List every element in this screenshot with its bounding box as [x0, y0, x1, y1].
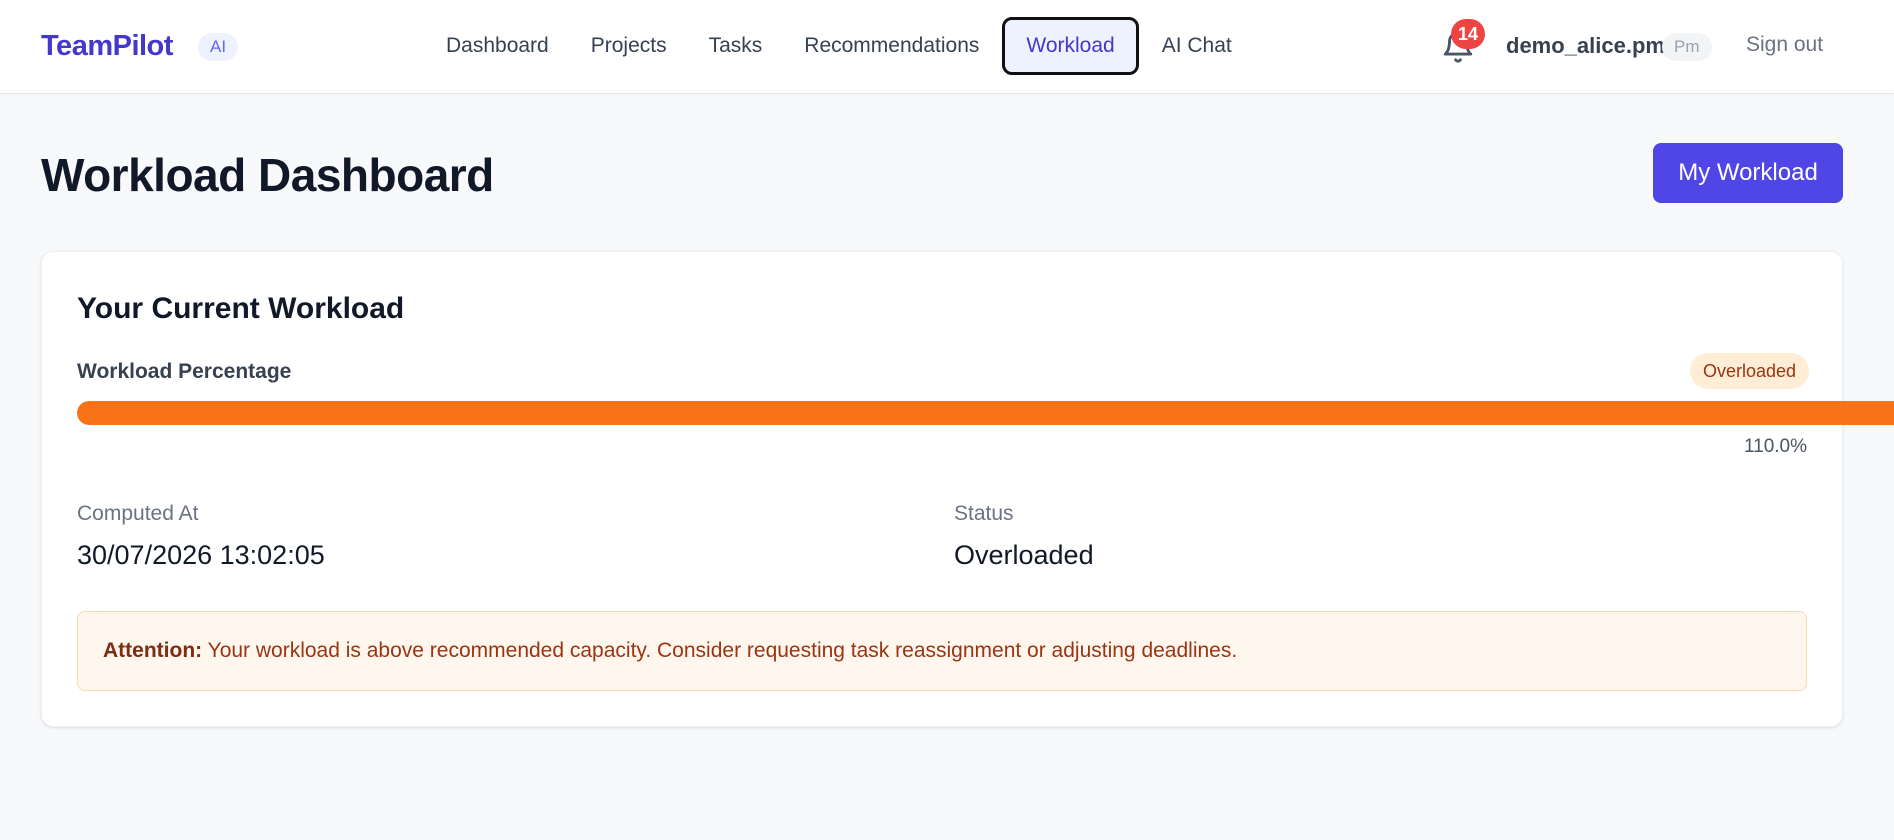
top-navigation-bar: TeamPilot AI Dashboard Projects Tasks Re… [0, 0, 1894, 94]
sign-out-link[interactable]: Sign out [1746, 33, 1823, 57]
nav-item-projects[interactable]: Projects [570, 17, 688, 75]
alert-message: Your workload is above recommended capac… [207, 639, 1238, 662]
alert-title: Attention: [103, 639, 203, 662]
status-value: Overloaded [954, 540, 1094, 570]
workload-percentage-label: Workload Percentage [77, 360, 292, 383]
capacity-alert: Attention: Your workload is above recomm… [77, 611, 1807, 691]
status-label: Status [954, 502, 1014, 525]
workload-progress-fill [77, 401, 1894, 425]
brand-ai-badge: AI [198, 33, 239, 61]
workload-state-badge: Overloaded [1690, 353, 1810, 389]
workload-progress-bar [77, 401, 1894, 425]
nav-item-tasks[interactable]: Tasks [688, 17, 784, 75]
computed-at-label: Computed At [77, 502, 199, 525]
notification-count-badge: 14 [1451, 19, 1485, 49]
my-workload-button[interactable]: My Workload [1653, 143, 1843, 203]
user-role-badge: Pm [1662, 33, 1712, 61]
brand-logo[interactable]: TeamPilot [41, 30, 173, 63]
card-title: Your Current Workload [77, 292, 405, 325]
nav-item-dashboard[interactable]: Dashboard [425, 17, 570, 75]
main-nav: Dashboard Projects Tasks Recommendations… [425, 17, 1253, 75]
workload-percentage-value: 110.0% [1743, 436, 1807, 457]
page-title: Workload Dashboard [41, 149, 494, 201]
nav-item-workload[interactable]: Workload [1002, 17, 1139, 75]
nav-item-recommendations[interactable]: Recommendations [783, 17, 1000, 75]
user-name: demo_alice.pm [1506, 33, 1665, 58]
nav-item-ai-chat[interactable]: AI Chat [1141, 17, 1253, 75]
computed-at-value: 30/07/2026 13:02:05 [77, 540, 325, 570]
